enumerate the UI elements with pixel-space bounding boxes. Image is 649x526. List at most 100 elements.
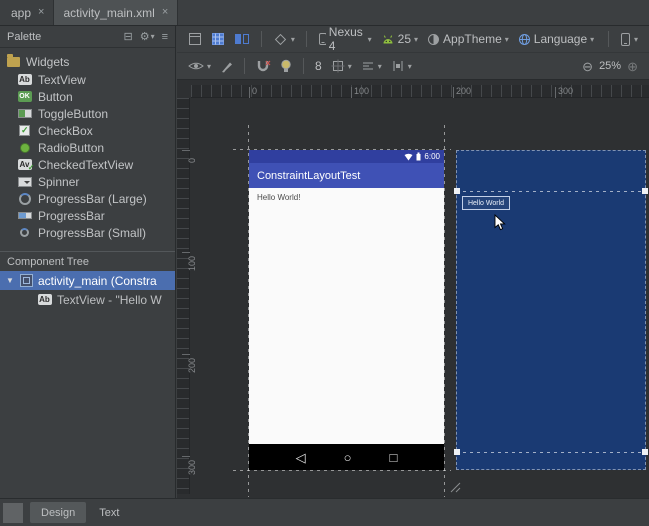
palette-item-togglebutton[interactable]: ToggleButton bbox=[0, 105, 175, 122]
design-surface[interactable]: 0 100 200 300 0 100 200 300 6:00 Constra… bbox=[177, 80, 649, 498]
palette-item-spinner[interactable]: Spinner bbox=[0, 173, 175, 190]
selection-handle[interactable] bbox=[454, 449, 460, 455]
device-preview[interactable]: 6:00 ConstraintLayoutTest Hello World! ◁… bbox=[249, 150, 444, 470]
orientation-icon bbox=[274, 33, 286, 45]
palette-item-radiobutton[interactable]: RadioButton bbox=[0, 139, 175, 156]
palette-item-checkedtextview[interactable]: Av CheckedTextView bbox=[0, 156, 175, 173]
blueprint-view[interactable]: Hello World bbox=[454, 150, 648, 470]
close-icon[interactable]: × bbox=[38, 7, 44, 18]
zoom-out-button[interactable]: ⊖ bbox=[579, 58, 596, 75]
distribute-button[interactable]: ▾ bbox=[388, 58, 415, 74]
tab-app[interactable]: app × bbox=[2, 0, 55, 25]
ruler-label: 100 bbox=[187, 255, 197, 271]
set-blueprint-colors-button[interactable] bbox=[217, 58, 236, 75]
textview-icon: Ab bbox=[37, 294, 52, 305]
palette-item-textview[interactable]: Ab TextView bbox=[0, 71, 175, 88]
blueprint-mode-icon bbox=[212, 33, 224, 45]
design-toolbar-bottom: ▾ 8 ▾ ▾ ▾ ⊖ 25% ⊕ bbox=[177, 53, 649, 80]
tree-item-activity-main[interactable]: ▼ activity_main (Constra bbox=[0, 271, 175, 290]
tab-activity-main[interactable]: activity_main.xml × bbox=[54, 0, 179, 25]
selection-handle[interactable] bbox=[642, 449, 648, 455]
device-content[interactable]: Hello World! bbox=[249, 188, 444, 444]
navigation-bar: ◁ ○ □ bbox=[249, 444, 444, 470]
chevron-down-icon: ▾ bbox=[367, 34, 372, 44]
palette-item-checkbox[interactable]: CheckBox bbox=[0, 122, 175, 139]
device-selector[interactable]: Nexus 4 ▾ bbox=[315, 23, 375, 55]
separator bbox=[608, 31, 609, 47]
view-options-button[interactable]: ▾ bbox=[185, 58, 214, 74]
zoom-in-button[interactable]: ⊕ bbox=[624, 58, 641, 75]
orientation-button[interactable]: ▾ bbox=[270, 30, 298, 49]
textview-widget[interactable]: Hello World! bbox=[257, 193, 300, 202]
resize-grip[interactable] bbox=[448, 480, 461, 493]
component-tree-title: Component Tree bbox=[7, 255, 89, 268]
view-mode-icon[interactable]: ≡ bbox=[162, 31, 168, 43]
component-tree-header: Component Tree bbox=[0, 251, 175, 271]
selection-handle[interactable] bbox=[454, 188, 460, 194]
folder-icon bbox=[7, 54, 20, 67]
palette-group-widgets[interactable]: Widgets bbox=[0, 53, 175, 71]
paintbrush-icon bbox=[222, 62, 233, 72]
progressbar-large-icon bbox=[17, 192, 32, 205]
chevron-down-icon: ▾ bbox=[414, 34, 419, 44]
both-mode-icon bbox=[235, 34, 249, 44]
selection-bound-line bbox=[456, 191, 646, 192]
blueprint-mode-button[interactable] bbox=[208, 30, 228, 48]
expand-arrow-icon[interactable]: ▼ bbox=[5, 276, 15, 285]
separator bbox=[244, 58, 246, 74]
separator bbox=[303, 58, 305, 74]
separator bbox=[305, 31, 307, 47]
api-level-selector[interactable]: 25 ▾ bbox=[378, 30, 421, 48]
tab-design-label: Design bbox=[41, 506, 76, 519]
collapse-all-icon[interactable]: ⊟ bbox=[123, 30, 132, 43]
device-icon bbox=[620, 32, 630, 46]
globe-icon bbox=[518, 33, 530, 45]
palette-item-progressbar[interactable]: ProgressBar bbox=[0, 207, 175, 224]
mouse-cursor bbox=[494, 214, 507, 233]
palette-item-button[interactable]: OK Button bbox=[0, 88, 175, 105]
palette-item-label: TextView bbox=[38, 72, 86, 87]
default-margin-value: 8 bbox=[315, 59, 322, 73]
toolwindow-toggle-button[interactable] bbox=[3, 502, 23, 523]
target-device-selector[interactable]: ▾ bbox=[617, 30, 641, 49]
palette-item-progressbar-small[interactable]: ProgressBar (Small) bbox=[0, 224, 175, 241]
design-mode-button[interactable] bbox=[185, 30, 205, 48]
close-icon[interactable]: × bbox=[162, 7, 168, 18]
theme-selector[interactable]: AppTheme ▾ bbox=[424, 30, 512, 48]
phone-icon bbox=[318, 33, 326, 45]
blueprint-textview-widget[interactable]: Hello World bbox=[462, 196, 510, 210]
togglebutton-icon bbox=[17, 107, 32, 120]
language-selector[interactable]: Language ▾ bbox=[515, 30, 597, 48]
ruler-label: 200 bbox=[456, 86, 472, 96]
wifi-icon bbox=[404, 153, 413, 160]
nav-recents-icon: □ bbox=[389, 449, 398, 465]
palette-item-label: Spinner bbox=[38, 174, 80, 189]
palette-item-label: ToggleButton bbox=[38, 106, 109, 121]
ruler-label: 0 bbox=[187, 157, 197, 163]
both-mode-button[interactable] bbox=[231, 30, 253, 48]
tree-item-label: activity_main (Constra bbox=[38, 273, 157, 288]
zoom-out-icon: ⊖ bbox=[582, 58, 594, 74]
margins-button[interactable]: ▾ bbox=[328, 57, 355, 75]
tab-design[interactable]: Design bbox=[30, 502, 87, 523]
checkbox-icon bbox=[17, 124, 32, 137]
palette-item-label: CheckedTextView bbox=[38, 157, 134, 172]
language-label: Language bbox=[533, 32, 588, 46]
tree-item-textview[interactable]: Ab TextView - "Hello W bbox=[0, 290, 175, 309]
palette-item-progressbar-large[interactable]: ProgressBar (Large) bbox=[0, 190, 175, 207]
palette-item-label: RadioButton bbox=[38, 140, 105, 155]
textview-icon: Ab bbox=[17, 74, 32, 85]
selection-handle[interactable] bbox=[642, 188, 648, 194]
default-margin-selector[interactable]: 8 bbox=[312, 57, 325, 75]
magnet-off-icon bbox=[257, 60, 271, 71]
infer-constraints-button[interactable] bbox=[277, 57, 295, 75]
align-icon bbox=[362, 62, 373, 70]
palette-panel: Palette ⊟ ⚙ ▾ ≡ Widgets Ab TextView OK Bu… bbox=[0, 26, 176, 498]
align-button[interactable]: ▾ bbox=[358, 58, 385, 74]
tab-text[interactable]: Text bbox=[88, 502, 130, 523]
editor-mode-bar: Design Text bbox=[0, 498, 649, 526]
chevron-down-icon: ▾ bbox=[504, 34, 509, 44]
autoconnect-toggle[interactable] bbox=[253, 58, 274, 75]
theme-label: AppTheme bbox=[443, 32, 502, 46]
palette-settings-button[interactable]: ⚙ ▾ bbox=[140, 30, 155, 43]
